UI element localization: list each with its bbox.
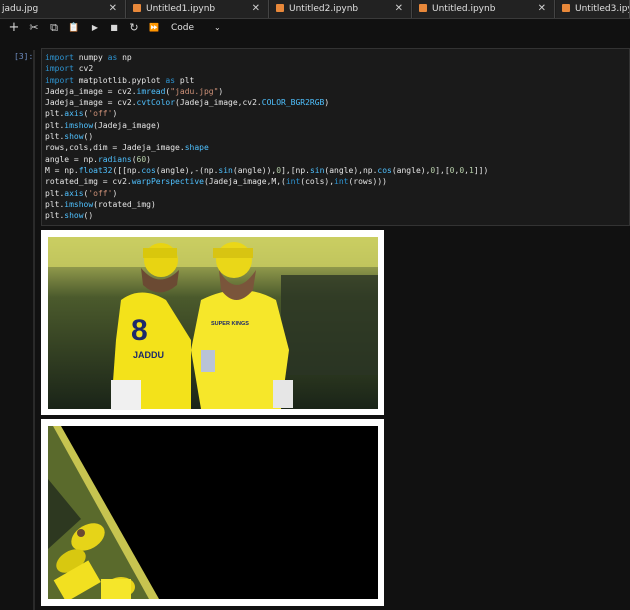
close-icon[interactable]: ✕ bbox=[252, 0, 260, 18]
chevron-down-icon[interactable]: ⌄ bbox=[214, 19, 221, 37]
tab-untitled2[interactable]: Untitled2.ipynb ✕ bbox=[270, 0, 412, 18]
code-line: M = np.float32([[np.cos(angle),-(np.sin(… bbox=[45, 165, 489, 175]
code-line: rows,cols,dim = Jadeja_image.shape bbox=[45, 143, 209, 153]
tab-bar: jadu.jpg ✕ Untitled1.ipynb ✕ Untitled2.i… bbox=[0, 0, 630, 19]
code-line: angle = np.radians(60) bbox=[45, 154, 151, 164]
copy-button[interactable]: ⧉ bbox=[47, 19, 61, 37]
code-line: Jadeja_image = cv2.imread("jadu.jpg") bbox=[45, 86, 224, 96]
tab-untitled1[interactable]: Untitled1.ipynb ✕ bbox=[127, 0, 269, 18]
notebook-icon bbox=[419, 3, 427, 12]
code-line: plt.axis('off') bbox=[45, 109, 118, 119]
cut-button[interactable]: ✂ bbox=[27, 19, 41, 37]
notebook-icon bbox=[562, 3, 570, 12]
tab-jadu-jpg[interactable]: jadu.jpg ✕ bbox=[0, 0, 126, 18]
close-icon[interactable]: ✕ bbox=[395, 0, 403, 18]
add-cell-button[interactable]: + bbox=[7, 19, 21, 37]
tab-label: Untitled1.ipynb bbox=[146, 4, 216, 14]
notebook-icon bbox=[133, 3, 141, 12]
tab-label: Untitled3.ipynb bbox=[575, 4, 629, 14]
tab-label: Untitled.ipynb bbox=[432, 4, 496, 14]
code-line: plt.show() bbox=[45, 132, 94, 142]
code-line: import numpy as np bbox=[45, 53, 132, 62]
code-line: plt.axis('off') bbox=[45, 188, 118, 198]
cell-prompt: [3]: bbox=[14, 52, 34, 61]
code-line: import cv2 bbox=[45, 64, 94, 74]
notebook-toolbar: + ✂ ⧉ 📋 ▶ ■ ↻ ⏩ Code ⌄ bbox=[0, 19, 630, 37]
tab-untitled[interactable]: Untitled.ipynb ✕ bbox=[413, 0, 555, 18]
paste-button[interactable]: 📋 bbox=[67, 19, 81, 37]
cell-type-select[interactable]: Code bbox=[171, 19, 194, 37]
tab-untitled3[interactable]: Untitled3.ipynb bbox=[556, 0, 630, 18]
notebook-icon bbox=[276, 3, 284, 12]
logo-text: SUPER KINGS bbox=[211, 321, 249, 327]
restart-button[interactable]: ↻ bbox=[127, 19, 141, 37]
jersey-name: JADDU bbox=[133, 350, 164, 360]
close-icon[interactable]: ✕ bbox=[538, 0, 546, 18]
code-line: Jadeja_image = cv2.cvtColor(Jadeja_image… bbox=[45, 98, 330, 108]
code-line: plt.imshow(Jadeja_image) bbox=[45, 120, 161, 130]
stop-button[interactable]: ■ bbox=[107, 19, 121, 37]
close-icon[interactable]: ✕ bbox=[109, 0, 117, 18]
run-button[interactable]: ▶ bbox=[88, 19, 102, 37]
code-text[interactable]: import numpy as np import cv2 import mat… bbox=[42, 49, 629, 221]
code-line: plt.show() bbox=[45, 211, 94, 221]
code-line: import matplotlib.pyplot as plt bbox=[45, 75, 195, 85]
output-image-original: 8 JADDU SUPER KINGS bbox=[41, 230, 384, 415]
active-cell-indicator bbox=[33, 50, 35, 610]
run-all-button[interactable]: ⏩ bbox=[147, 19, 161, 37]
code-line: rotated_img = cv2.warpPerspective(Jadeja… bbox=[45, 177, 387, 187]
tab-label: Untitled2.ipynb bbox=[289, 4, 359, 14]
code-cell-editor[interactable]: import numpy as np import cv2 import mat… bbox=[41, 48, 630, 226]
jersey-number: 8 bbox=[131, 314, 148, 347]
tab-label: jadu.jpg bbox=[2, 4, 39, 14]
output-image-rotated bbox=[41, 419, 384, 606]
code-line: plt.imshow(rotated_img) bbox=[45, 199, 156, 209]
